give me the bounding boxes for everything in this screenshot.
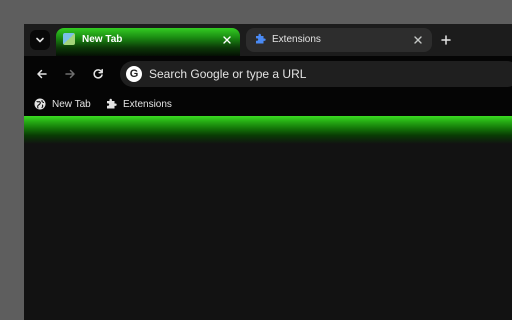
- browser-window: New Tab Extensions G Search Google or ty…: [24, 24, 512, 320]
- tab-close-button[interactable]: [411, 33, 425, 47]
- page-content: [24, 116, 512, 320]
- tab-extensions[interactable]: Extensions: [246, 28, 432, 52]
- arrow-right-icon: [65, 69, 75, 79]
- tab-close-button[interactable]: [220, 33, 234, 47]
- tab-title: Extensions: [272, 34, 321, 45]
- tab-title: New Tab: [82, 34, 123, 45]
- tab-strip: New Tab Extensions: [24, 24, 512, 56]
- reload-button[interactable]: [90, 66, 106, 82]
- new-tab-favicon-icon: [63, 33, 75, 45]
- forward-button[interactable]: [62, 66, 78, 82]
- close-icon: [414, 36, 422, 44]
- bookmark-extensions[interactable]: Extensions: [105, 96, 172, 112]
- puzzle-icon: [107, 98, 117, 109]
- omnibox[interactable]: G Search Google or type a URL: [120, 61, 512, 87]
- omnibox-input[interactable]: Search Google or type a URL: [149, 67, 306, 81]
- close-icon: [223, 36, 231, 44]
- chevron-down-icon: [36, 37, 44, 43]
- google-g-icon: G: [126, 66, 142, 82]
- toolbar: G Search Google or type a URL: [24, 56, 512, 92]
- theme-glow-banner: [24, 116, 512, 144]
- bookmarks-bar: New Tab Extensions: [24, 92, 512, 116]
- plus-icon: [441, 35, 451, 45]
- new-tab-button[interactable]: [438, 32, 454, 48]
- back-button[interactable]: [34, 66, 50, 82]
- globe-icon: [34, 98, 46, 110]
- arrow-left-icon: [37, 69, 47, 79]
- tab-new-tab[interactable]: New Tab: [56, 28, 240, 56]
- bookmark-label: New Tab: [52, 98, 91, 110]
- puzzle-icon: [256, 33, 266, 44]
- reload-icon: [93, 68, 103, 79]
- bookmark-label: Extensions: [123, 98, 172, 110]
- tab-search-button[interactable]: [30, 30, 50, 50]
- bookmark-new-tab[interactable]: New Tab: [34, 96, 91, 112]
